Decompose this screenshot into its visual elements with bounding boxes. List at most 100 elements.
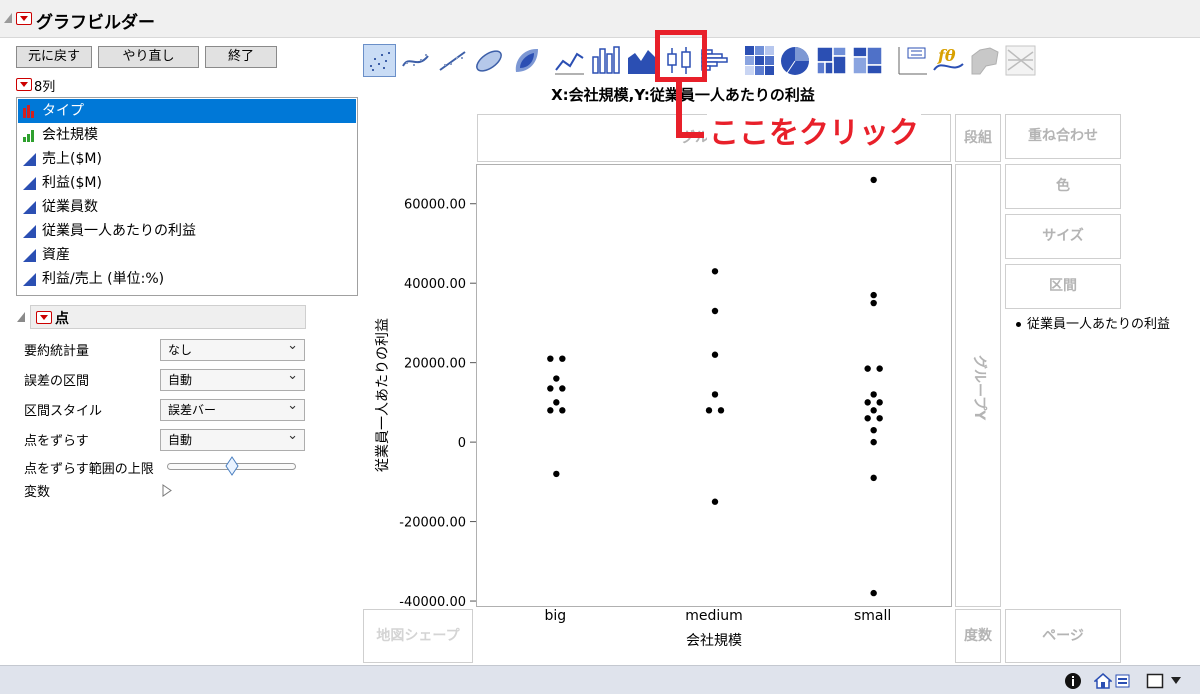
chart-title: X:会社規模,Y:従業員一人あたりの利益	[551, 86, 815, 104]
chevron-down-icon[interactable]	[1170, 676, 1182, 686]
bar-icon[interactable]	[589, 44, 622, 77]
wrap-zone[interactable]: 段組	[955, 114, 1001, 162]
data-point[interactable]	[870, 299, 877, 307]
size-zone[interactable]: サイズ	[1005, 214, 1121, 259]
home-icon[interactable]	[1094, 672, 1112, 690]
disclosure-triangle-icon[interactable]	[16, 311, 26, 323]
red-triangle-menu-icon[interactable]	[16, 12, 32, 25]
column-list[interactable]: タイプ 会社規模 売上($M) 利益($M) 従業員数 従業員一人あたりの利益 …	[16, 97, 358, 296]
data-point[interactable]	[864, 399, 871, 406]
line-of-fit-icon[interactable]	[436, 44, 469, 77]
jitter-limit-label: 点をずらす範囲の上限	[24, 462, 154, 477]
pie-icon[interactable]	[779, 44, 812, 77]
column-item-employees[interactable]: 従業員数	[18, 195, 356, 219]
mosaic-icon[interactable]	[851, 44, 884, 77]
jitter-limit-slider[interactable]	[167, 456, 296, 476]
expand-triangle-icon[interactable]	[162, 484, 172, 497]
column-item-sales[interactable]: 売上($M)	[18, 147, 356, 171]
data-point[interactable]	[870, 291, 877, 299]
continuous-icon	[23, 273, 36, 286]
contour-icon[interactable]	[510, 44, 543, 77]
data-point[interactable]	[705, 407, 713, 414]
data-point[interactable]	[711, 351, 719, 358]
data-point[interactable]	[711, 498, 719, 505]
heatmap-icon[interactable]	[743, 44, 776, 77]
page-zone[interactable]: ページ	[1005, 609, 1121, 663]
interval-zone[interactable]: 区間	[1005, 264, 1121, 309]
data-point[interactable]	[870, 176, 877, 184]
map-shape-icon[interactable]	[968, 44, 1001, 77]
data-point[interactable]	[876, 365, 883, 372]
interval-style-label: 区間スタイル	[24, 404, 103, 419]
data-point[interactable]	[559, 385, 566, 392]
x-axis-title[interactable]: 会社規模	[476, 630, 952, 650]
data-point[interactable]	[553, 470, 560, 478]
y-axis-title-wrap[interactable]: 従業員一人あたりの利益	[362, 318, 391, 472]
column-item-profit[interactable]: 利益($M)	[18, 171, 356, 195]
y-tick-label: 60000.00	[404, 198, 466, 213]
undo-button[interactable]: 元に戻す	[16, 46, 92, 68]
data-point[interactable]	[717, 407, 725, 414]
data-point[interactable]	[870, 407, 877, 414]
smoother-icon[interactable]	[399, 44, 432, 77]
formula-icon[interactable]: fθ	[932, 44, 965, 77]
info-icon[interactable]	[1064, 672, 1082, 690]
parallel-icon[interactable]	[1004, 44, 1037, 77]
layout-icon[interactable]	[1146, 672, 1164, 690]
group-y-label: グループY	[971, 355, 987, 421]
data-point[interactable]	[864, 365, 871, 372]
column-item-assets[interactable]: 資産	[18, 243, 356, 267]
column-item-type[interactable]: タイプ	[18, 99, 356, 123]
plot-area[interactable]	[476, 164, 952, 607]
redo-button[interactable]: やり直し	[98, 46, 199, 68]
data-point[interactable]	[553, 375, 560, 382]
data-point[interactable]	[870, 589, 877, 597]
data-point[interactable]	[870, 438, 877, 446]
ordinal-bar-icon	[23, 130, 34, 142]
overlay-zone[interactable]: 重ね合わせ	[1005, 114, 1121, 159]
column-item-profit-ratio[interactable]: 利益/売上 (単位:%)	[18, 267, 356, 291]
x-tick-label: small	[854, 608, 892, 624]
data-point[interactable]	[547, 385, 554, 392]
points-menu-icon[interactable]	[36, 311, 52, 324]
color-zone[interactable]: 色	[1005, 164, 1121, 209]
columns-menu-icon[interactable]	[16, 78, 32, 91]
error-interval-select[interactable]: 自動	[160, 366, 305, 391]
data-point[interactable]	[559, 355, 566, 362]
window-title: グラフビルダー	[36, 13, 155, 33]
data-point[interactable]	[547, 355, 554, 362]
window-list-icon[interactable]	[1114, 672, 1132, 690]
data-point[interactable]	[559, 407, 566, 414]
data-point[interactable]	[711, 268, 719, 275]
jitter-label: 点をずらす	[24, 434, 89, 449]
treemap-icon[interactable]	[815, 44, 848, 77]
column-item-company-size[interactable]: 会社規模	[18, 123, 356, 147]
title-bar: グラフビルダー	[0, 0, 1200, 38]
data-point[interactable]	[864, 415, 871, 422]
map-shape-zone[interactable]: 地図シェープ	[363, 609, 473, 663]
data-point[interactable]	[711, 391, 719, 398]
data-point[interactable]	[870, 474, 877, 482]
slider-thumb[interactable]	[224, 456, 239, 476]
continuous-icon	[23, 153, 36, 166]
data-point[interactable]	[876, 415, 883, 422]
interval-style-select[interactable]: 誤差バー	[160, 396, 305, 421]
jitter-select[interactable]: 自動	[160, 426, 305, 451]
data-point[interactable]	[870, 391, 877, 398]
data-point[interactable]	[870, 426, 877, 434]
data-point[interactable]	[876, 399, 883, 406]
summary-stat-select[interactable]: なし	[160, 336, 305, 361]
ellipse-icon[interactable]	[473, 44, 506, 77]
data-point[interactable]	[711, 307, 719, 315]
column-item-profit-per-employee[interactable]: 従業員一人あたりの利益	[18, 219, 356, 243]
freq-zone[interactable]: 度数	[955, 609, 1001, 663]
data-point[interactable]	[547, 407, 554, 414]
group-y-zone[interactable]: グループY	[955, 164, 1001, 607]
done-button[interactable]: 終了	[205, 46, 277, 68]
line-icon[interactable]	[553, 44, 586, 77]
disclosure-triangle-icon[interactable]	[3, 12, 13, 24]
points-icon[interactable]	[363, 44, 396, 77]
y-tick-label: 40000.00	[404, 277, 466, 292]
caption-box-icon[interactable]	[896, 44, 929, 77]
data-point[interactable]	[553, 399, 560, 406]
